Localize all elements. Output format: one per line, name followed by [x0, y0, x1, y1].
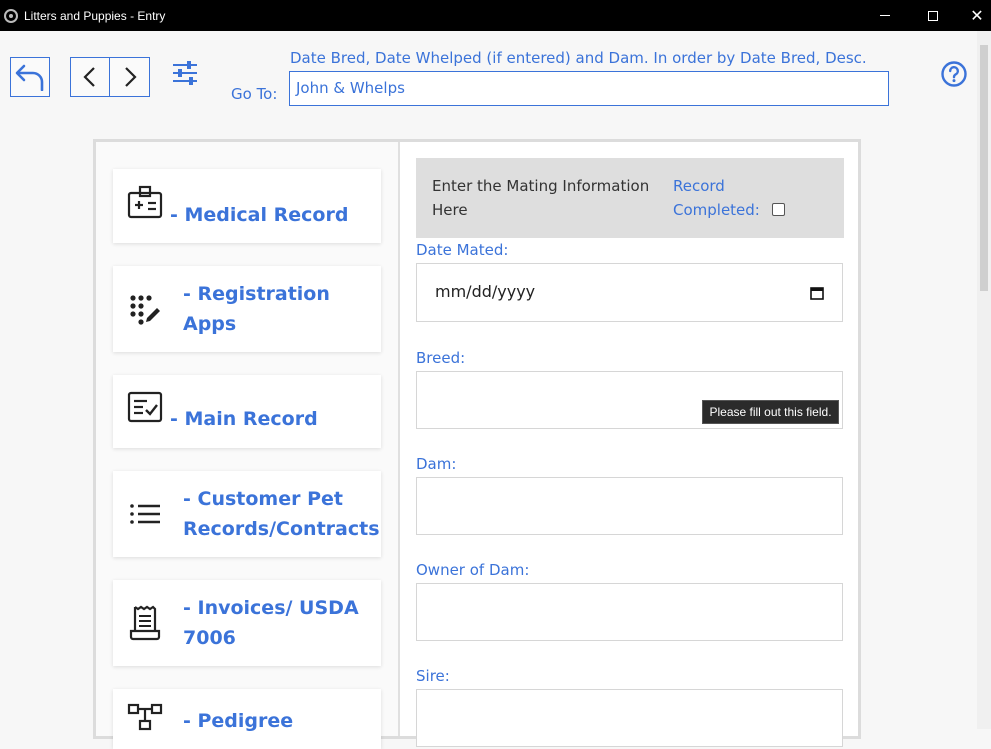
customer-pet-label-line2: Records/Contracts — [183, 518, 380, 540]
main-record-label: - Main Record — [170, 408, 318, 430]
maximize-button[interactable] — [910, 0, 956, 31]
back-button[interactable] — [10, 57, 50, 97]
close-button[interactable]: ✕ — [954, 0, 991, 31]
undo-arrow-icon — [15, 64, 44, 91]
registration-apps-card[interactable]: - Registration Apps — [113, 266, 381, 352]
maximize-icon — [928, 10, 938, 21]
chevron-left-icon — [83, 67, 95, 87]
mating-form: Enter the Mating Information Here Record… — [416, 158, 844, 747]
sire-label: Sire: — [416, 667, 450, 685]
registration-apps-label-line1: - Registration — [183, 283, 330, 305]
help-icon — [941, 61, 967, 87]
pedigree-card[interactable]: - Pedigree — [113, 689, 381, 749]
registration-apps-label-line2: Apps — [183, 313, 237, 335]
close-icon: ✕ — [970, 5, 984, 25]
mating-form-header: Enter the Mating Information Here Record… — [416, 158, 844, 238]
invoices-label-line2: 7006 — [183, 627, 236, 649]
invoices-usda-card[interactable]: - Invoices/ USDA 7006 — [113, 580, 381, 666]
list-icon — [130, 504, 160, 524]
pane-divider — [398, 142, 400, 736]
date-mated-input[interactable]: mm/dd/yyyy — [416, 263, 843, 322]
navigation-panel: - Medical Record - Registration Apps - M… — [96, 142, 398, 749]
help-button[interactable] — [940, 60, 968, 88]
record-completed-label: Record Completed: — [673, 177, 760, 219]
breed-label: Breed: — [416, 349, 466, 367]
window-title: Litters and Puppies - Entry — [24, 8, 166, 23]
filter-settings-button[interactable] — [170, 58, 200, 88]
customer-pet-label-line1: - Customer Pet — [183, 488, 343, 510]
minimize-icon — [880, 15, 890, 16]
main-frame: - Medical Record - Registration Apps - M… — [93, 139, 861, 749]
owner-of-dam-label: Owner of Dam: — [416, 561, 530, 579]
breed-input[interactable]: Please fill out this field. — [416, 371, 843, 429]
pedigree-label: - Pedigree — [183, 710, 294, 732]
validation-tooltip: Please fill out this field. — [702, 400, 839, 424]
medical-record-card[interactable]: - Medical Record — [113, 169, 381, 243]
page-scrollbar[interactable] — [977, 31, 991, 729]
window-titlebar: Litters and Puppies - Entry ✕ — [0, 0, 991, 31]
mating-form-title: Enter the Mating Information Here — [432, 177, 650, 219]
main-record-card[interactable]: - Main Record — [113, 375, 381, 448]
medical-id-icon — [127, 185, 163, 219]
invoices-label-line1: - Invoices/ USDA — [183, 597, 359, 619]
medical-record-label: - Medical Record — [170, 204, 349, 226]
scroll-thumb[interactable] — [980, 45, 988, 291]
pedigree-tree-icon — [127, 703, 163, 731]
checklist-icon — [127, 391, 163, 423]
dam-input[interactable] — [416, 477, 843, 535]
dam-label: Dam: — [416, 455, 457, 473]
goto-hint: Date Bred, Date Whelped (if entered) and… — [290, 49, 867, 67]
goto-label: Go To: — [231, 85, 278, 103]
sliders-icon — [173, 61, 197, 85]
customer-pet-records-card[interactable]: - Customer Pet Records/Contracts — [113, 471, 381, 557]
previous-record-button[interactable] — [70, 57, 110, 97]
receipt-icon — [129, 605, 161, 641]
dial-pen-icon — [130, 295, 160, 325]
chevron-right-icon — [124, 67, 137, 87]
sire-input[interactable] — [416, 689, 843, 747]
next-record-button[interactable] — [109, 57, 150, 97]
goto-select[interactable]: John & Whelps — [289, 71, 889, 106]
minimize-button[interactable] — [862, 0, 908, 31]
calendar-icon[interactable] — [810, 286, 824, 300]
owner-of-dam-input[interactable] — [416, 583, 843, 641]
record-completed-checkbox[interactable] — [772, 203, 785, 216]
date-mated-placeholder: mm/dd/yyyy — [435, 282, 536, 301]
app-logo-icon — [4, 8, 18, 23]
date-mated-label: Date Mated: — [416, 241, 509, 259]
